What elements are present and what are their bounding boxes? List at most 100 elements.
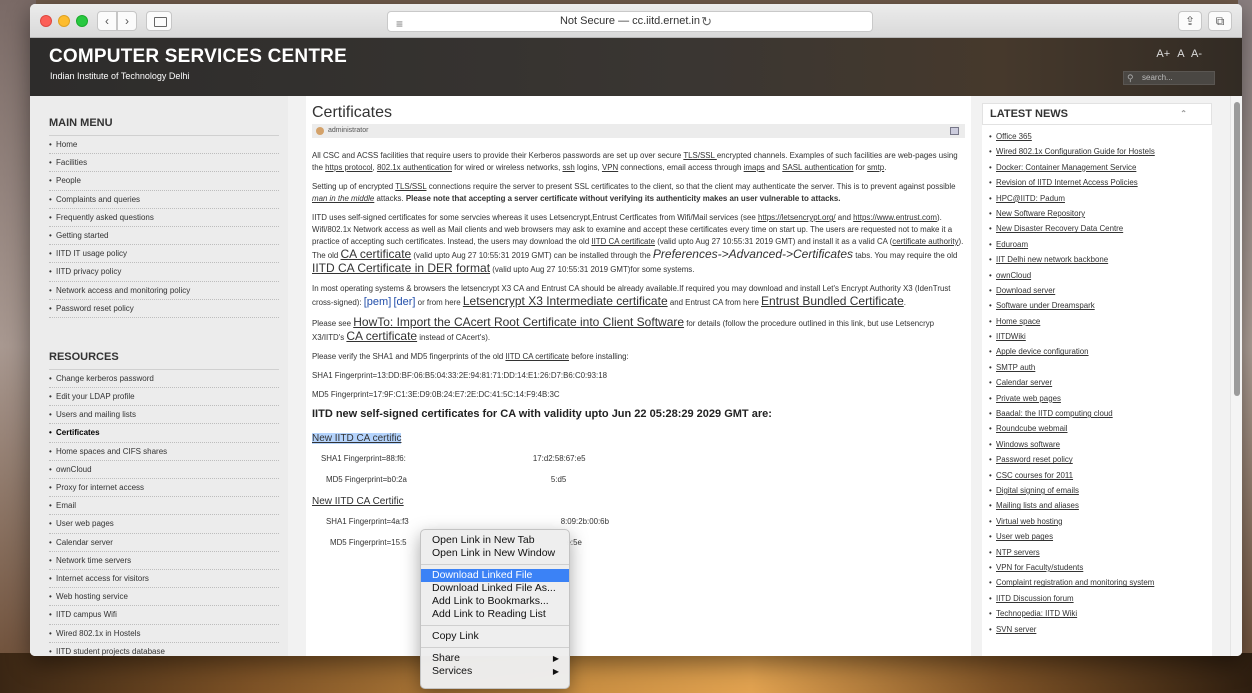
reload-icon[interactable]: ↻	[701, 12, 712, 31]
resource-item[interactable]: Edit your LDAP profile	[49, 388, 279, 407]
menu-item[interactable]: Facilities	[49, 154, 279, 173]
menu-item[interactable]: Complaints and queries	[49, 191, 279, 209]
news-item[interactable]: ownCloud	[989, 268, 1212, 283]
news-item[interactable]: CSC courses for 2011	[989, 468, 1212, 483]
resource-item[interactable]: Email	[49, 497, 279, 516]
news-link[interactable]: SMTP auth	[996, 363, 1035, 372]
link-old-ca[interactable]: IITD CA certificate	[591, 237, 655, 246]
news-item[interactable]: Complaint registration and monitoring sy…	[989, 575, 1212, 590]
news-link[interactable]: Password reset policy	[996, 455, 1073, 464]
news-item[interactable]: Mailing lists and aliases	[989, 498, 1212, 513]
new-ca-link-2[interactable]: New IITD CA Certific	[312, 496, 965, 507]
download-linked-file-as[interactable]: Download Linked File As...	[421, 582, 569, 595]
news-item[interactable]: Eduroam	[989, 237, 1212, 252]
news-item[interactable]: Home space	[989, 314, 1212, 329]
news-link[interactable]: Private web pages	[996, 394, 1061, 403]
news-link[interactable]: Docker: Container Management Service	[996, 163, 1136, 172]
news-link[interactable]: Wired 802.1x Configuration Guide for Hos…	[996, 147, 1155, 156]
news-link[interactable]: Complaint registration and monitoring sy…	[996, 578, 1154, 587]
news-link[interactable]: Technopedia: IITD Wiki	[996, 609, 1077, 618]
open-link-new-tab[interactable]: Open Link in New Tab	[421, 534, 569, 547]
link-cert-authority[interactable]: certificate authority	[892, 237, 958, 246]
news-item[interactable]: User web pages	[989, 529, 1212, 544]
link-tls[interactable]: TLS/SSL	[683, 151, 716, 160]
resource-item[interactable]: Internet access for visitors	[49, 570, 279, 589]
news-item[interactable]: New Software Repository	[989, 206, 1212, 221]
link-vpn[interactable]: VPN	[602, 163, 618, 172]
share-button[interactable]: ⇪	[1178, 11, 1202, 31]
news-item[interactable]: Software under Dreamspark	[989, 298, 1212, 313]
resource-item[interactable]: Calendar server	[49, 534, 279, 552]
news-item[interactable]: Calendar server	[989, 375, 1212, 390]
resource-item[interactable]: Proxy for internet access	[49, 479, 279, 498]
link-der-format[interactable]: IITD CA Certificate in DER format	[312, 261, 490, 275]
menu-item[interactable]: IITD privacy policy	[49, 263, 279, 282]
news-item[interactable]: SVN server	[989, 622, 1212, 637]
news-link[interactable]: VPN for Faculty/students	[996, 563, 1083, 572]
link-smtp[interactable]: smtp	[867, 163, 884, 172]
news-link[interactable]: Revision of IITD Internet Access Policie…	[996, 178, 1138, 187]
resource-item[interactable]: Change kerberos password	[49, 370, 279, 389]
share-submenu[interactable]: Share ▶	[421, 652, 569, 665]
add-link-to-reading-list[interactable]: Add Link to Reading List	[421, 608, 569, 621]
link-entrust[interactable]: https://www.entrust.com	[853, 213, 937, 222]
link-entrust-bundle[interactable]: Entrust Bundled Certificate	[761, 294, 904, 308]
news-item[interactable]: Private web pages	[989, 391, 1212, 406]
site-search-input[interactable]: ⚲ search...	[1123, 71, 1215, 85]
news-item[interactable]: Office 365	[989, 129, 1212, 144]
news-link[interactable]: Mailing lists and aliases	[996, 501, 1079, 510]
forward-button[interactable]: ›	[117, 11, 137, 31]
news-item[interactable]: Virtual web hosting	[989, 514, 1212, 529]
news-link[interactable]: Virtual web hosting	[996, 517, 1063, 526]
news-link[interactable]: IITDWiki	[996, 332, 1026, 341]
news-item[interactable]: Technopedia: IITD Wiki	[989, 606, 1212, 621]
news-link[interactable]: New Disaster Recovery Data Centre	[996, 224, 1123, 233]
news-link[interactable]: Baadal: the IITD computing cloud	[996, 409, 1113, 418]
news-link[interactable]: Office 365	[996, 132, 1032, 141]
page-scrollbar[interactable]	[1230, 96, 1242, 656]
news-item[interactable]: IIT Delhi new network backbone	[989, 252, 1212, 267]
news-item[interactable]: IITDWiki	[989, 329, 1212, 344]
news-item[interactable]: Digital signing of emails	[989, 483, 1212, 498]
menu-item[interactable]: Password reset policy	[49, 300, 279, 318]
show-tabs-button[interactable]: ⧉	[1208, 11, 1232, 31]
news-link[interactable]: User web pages	[996, 532, 1053, 541]
news-link[interactable]: Windows software	[996, 440, 1060, 449]
site-title[interactable]: COMPUTER SERVICES CENTRE	[49, 46, 347, 68]
news-item[interactable]: IITD Discussion forum	[989, 591, 1212, 606]
link-ssh[interactable]: ssh	[562, 163, 574, 172]
menu-item[interactable]: People	[49, 172, 279, 191]
minimize-window-button[interactable]	[58, 15, 70, 27]
menu-item[interactable]: IITD IT usage policy	[49, 245, 279, 264]
resource-item[interactable]: ownCloud	[49, 461, 279, 479]
new-ca-link-1[interactable]: New IITD CA certific	[312, 433, 402, 444]
resource-item[interactable]: Network time servers	[49, 552, 279, 570]
news-link[interactable]: SVN server	[996, 625, 1036, 634]
back-button[interactable]: ‹	[97, 11, 117, 31]
menu-item[interactable]: Home	[49, 136, 279, 155]
news-link[interactable]: Roundcube webmail	[996, 424, 1068, 433]
news-link[interactable]: Apple device configuration	[996, 347, 1089, 356]
sidebar-toggle-button[interactable]	[146, 11, 172, 31]
news-item[interactable]: Baadal: the IITD computing cloud	[989, 406, 1212, 421]
link-letsencrypt[interactable]: https://letsencrypt.org/	[758, 213, 836, 222]
link-ca-certificate[interactable]: CA certificate	[341, 247, 412, 261]
link-mitm[interactable]: man in the middle	[312, 194, 374, 203]
download-linked-file[interactable]: Download Linked File	[421, 569, 569, 582]
news-link[interactable]: New Software Repository	[996, 209, 1085, 218]
news-link[interactable]: Software under Dreamspark	[996, 301, 1095, 310]
resource-item-active[interactable]: Certificates	[49, 424, 279, 443]
news-item[interactable]: Wired 802.1x Configuration Guide for Hos…	[989, 144, 1212, 159]
news-item[interactable]: Download server	[989, 283, 1212, 298]
font-increase-button[interactable]: A+	[1156, 48, 1170, 60]
news-link[interactable]: Home space	[996, 317, 1040, 326]
reader-menu-icon[interactable]: ≡	[396, 15, 403, 34]
link-howto[interactable]: HowTo: Import the CAcert Root Certificat…	[353, 315, 684, 329]
news-item[interactable]: HPC@IITD: Padum	[989, 191, 1212, 206]
copy-link[interactable]: Copy Link	[421, 630, 569, 643]
menu-item[interactable]: Network access and monitoring policy	[49, 282, 279, 300]
link-pem[interactable]: [pem]	[364, 296, 392, 308]
news-item[interactable]: Windows software	[989, 437, 1212, 452]
link-letsencrypt-x3[interactable]: Letsencrypt X3 Intermediate certificate	[463, 294, 668, 308]
scroll-thumb[interactable]	[1234, 102, 1240, 396]
